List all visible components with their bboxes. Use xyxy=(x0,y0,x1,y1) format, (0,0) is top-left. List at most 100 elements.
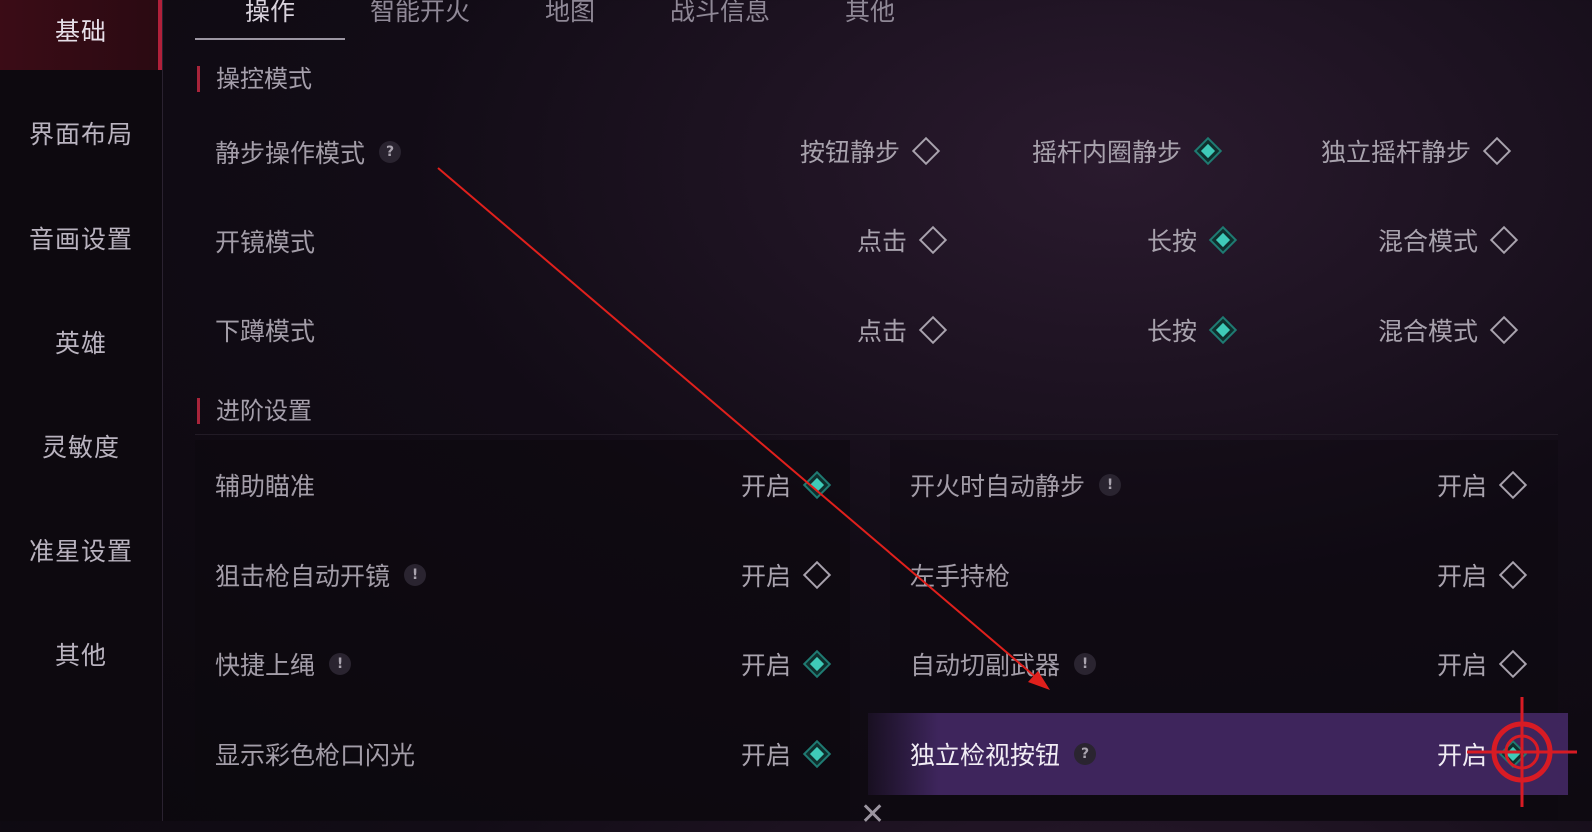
sidebar-item-label: 准星设置 xyxy=(28,537,133,566)
tab-map[interactable]: 地图 xyxy=(495,0,645,40)
tab-operation[interactable]: 操作 xyxy=(195,0,345,40)
toggle-aim-assist[interactable]: 开启 xyxy=(741,467,833,503)
sidebar-item-label: 界面布局 xyxy=(28,120,133,149)
section-divider xyxy=(195,434,1558,435)
option-crouch-tap[interactable]: 点击 xyxy=(857,312,949,348)
option-label: 点击 xyxy=(857,317,908,346)
section-title-advanced: 进阶设置 xyxy=(197,398,312,424)
sidebar-item-hero[interactable]: 英雄 xyxy=(0,302,162,382)
radio-diamond-icon xyxy=(1489,315,1519,345)
row-label-text: 左手持枪 xyxy=(910,562,1011,591)
toggle-sniper-auto-scope[interactable]: 开启 xyxy=(741,557,833,593)
row-label-sniper-auto-scope: 狙击枪自动开镜! xyxy=(215,557,427,593)
option-independent-joystick-quiet-step[interactable]: 独立摇杆静步 xyxy=(1321,133,1513,169)
toggle-label: 开启 xyxy=(1437,562,1488,591)
toggle-label: 开启 xyxy=(1437,741,1488,770)
row-label-aim-assist: 辅助瞄准 xyxy=(215,467,315,503)
row-label-text: 开火时自动静步 xyxy=(910,472,1086,501)
option-label: 点击 xyxy=(857,227,908,256)
row-label-fire-auto-quiet-step: 开火时自动静步! xyxy=(910,467,1122,503)
toggle-left-hand-gun[interactable]: 开启 xyxy=(1437,557,1529,593)
info-icon[interactable]: ! xyxy=(1099,474,1122,496)
row-label-text: 快捷上绳 xyxy=(215,651,316,680)
sidebar-item-layout[interactable]: 界面布局 xyxy=(0,93,162,173)
help-icon[interactable]: ? xyxy=(379,141,402,163)
option-label: 混合模式 xyxy=(1378,317,1479,346)
radio-diamond-selected-icon xyxy=(1208,315,1238,345)
toggle-label: 开启 xyxy=(1437,472,1488,501)
toggle-fire-auto-quiet-step[interactable]: 开启 xyxy=(1437,467,1529,503)
toggle-label: 开启 xyxy=(1437,651,1488,680)
toggle-independent-inspect-button[interactable]: 开启 xyxy=(1437,736,1529,772)
radio-diamond-icon xyxy=(1489,225,1519,255)
info-icon[interactable]: ! xyxy=(404,564,427,586)
row-label-text: 静步操作模式 xyxy=(215,139,366,168)
toggle-auto-switch-secondary[interactable]: 开启 xyxy=(1437,646,1529,682)
toggle-muzzle-flash-color[interactable]: 开启 xyxy=(741,736,833,772)
toggle-label: 开启 xyxy=(741,741,792,770)
option-joystick-inner-quiet-step[interactable]: 摇杆内圈静步 xyxy=(1032,133,1224,169)
toggle-diamond-on-icon xyxy=(802,470,832,500)
toggle-label: 开启 xyxy=(741,651,792,680)
toggle-diamond-off-icon xyxy=(802,560,832,590)
radio-diamond-icon xyxy=(1482,136,1512,166)
row-label-text: 狙击枪自动开镜 xyxy=(215,562,391,591)
row-label-quiet-step-mode: 静步操作模式 ? xyxy=(215,134,402,170)
settings-sidebar: 基础 界面布局 音画设置 英雄 灵敏度 准星设置 其他 xyxy=(0,0,163,821)
toggle-diamond-off-icon xyxy=(1498,470,1528,500)
row-label-muzzle-flash-color: 显示彩色枪口闪光 xyxy=(215,736,415,772)
section-title-control: 操控模式 xyxy=(197,66,312,92)
option-crouch-mixed[interactable]: 混合模式 xyxy=(1378,312,1520,348)
sidebar-item-label: 其他 xyxy=(54,641,107,670)
option-scope-hold[interactable]: 长按 xyxy=(1147,222,1239,258)
close-icon[interactable]: ✕ xyxy=(860,797,885,832)
toggle-label: 开启 xyxy=(741,562,792,591)
row-label-scope-mode: 开镜模式 xyxy=(215,223,315,259)
option-label: 长按 xyxy=(1147,317,1198,346)
option-label: 独立摇杆静步 xyxy=(1321,138,1472,167)
toggle-quick-rope[interactable]: 开启 xyxy=(741,646,833,682)
radio-diamond-icon xyxy=(918,315,948,345)
row-label-text: 显示彩色枪口闪光 xyxy=(215,741,416,770)
sidebar-item-crosshair[interactable]: 准星设置 xyxy=(0,510,162,590)
sidebar-item-label: 英雄 xyxy=(54,329,107,358)
option-crouch-hold[interactable]: 长按 xyxy=(1147,312,1239,348)
help-icon[interactable]: ? xyxy=(1074,743,1097,765)
radio-diamond-icon xyxy=(911,136,941,166)
tab-smart-fire[interactable]: 智能开火 xyxy=(345,0,495,40)
toggle-diamond-off-icon xyxy=(1498,649,1528,679)
sidebar-item-label: 灵敏度 xyxy=(41,433,120,462)
sidebar-item-label: 音画设置 xyxy=(28,225,133,254)
option-label: 长按 xyxy=(1147,227,1198,256)
option-label: 混合模式 xyxy=(1378,227,1479,256)
radio-diamond-selected-icon xyxy=(1208,225,1238,255)
toggle-diamond-on-icon xyxy=(802,739,832,769)
sidebar-item-audio-video[interactable]: 音画设置 xyxy=(0,198,162,278)
sidebar-item-label: 基础 xyxy=(54,17,107,46)
sidebar-item-basic[interactable]: 基础 xyxy=(0,0,162,70)
option-label: 按钮静步 xyxy=(800,138,901,167)
info-icon[interactable]: ! xyxy=(329,653,352,675)
radio-diamond-selected-icon xyxy=(1193,136,1223,166)
tab-battle-info[interactable]: 战斗信息 xyxy=(645,0,795,40)
option-scope-mixed[interactable]: 混合模式 xyxy=(1378,222,1520,258)
sidebar-item-other[interactable]: 其他 xyxy=(0,614,162,694)
info-icon[interactable]: ! xyxy=(1074,653,1097,675)
toggle-diamond-off-icon xyxy=(1498,560,1528,590)
sidebar-item-sensitivity[interactable]: 灵敏度 xyxy=(0,406,162,486)
toggle-diamond-on-icon xyxy=(802,649,832,679)
row-label-independent-inspect-button: 独立检视按钮? xyxy=(910,736,1097,772)
option-label: 摇杆内圈静步 xyxy=(1032,138,1183,167)
row-label-text: 自动切副武器 xyxy=(910,651,1061,680)
toggle-diamond-on-icon xyxy=(1498,739,1528,769)
row-label-left-hand-gun: 左手持枪 xyxy=(910,557,1010,593)
row-label-text: 辅助瞄准 xyxy=(215,472,316,501)
row-label-quick-rope: 快捷上绳! xyxy=(215,646,352,682)
row-label-text: 独立检视按钮 xyxy=(910,741,1061,770)
top-tabs: 操作 智能开火 地图 战斗信息 其他 xyxy=(195,0,945,40)
tab-other[interactable]: 其他 xyxy=(795,0,945,40)
option-scope-tap[interactable]: 点击 xyxy=(857,222,949,258)
row-label-text: 下蹲模式 xyxy=(215,317,316,346)
row-label-auto-switch-secondary: 自动切副武器! xyxy=(910,646,1097,682)
option-button-quiet-step[interactable]: 按钮静步 xyxy=(800,133,942,169)
